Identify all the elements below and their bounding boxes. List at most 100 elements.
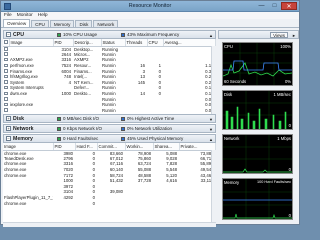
cpu-table-scrollbar[interactable] [211,46,216,114]
graph-min: 0 [288,123,291,128]
tab-overview[interactable]: Overview [3,19,31,27]
network-io-stat: 0 Kbps Network I/O [57,126,121,131]
cpu-usage-stat: 10% CPU Usage [57,32,121,37]
chevron-up-icon[interactable]: ▲ [209,33,213,38]
maximize-button[interactable]: □ [268,2,281,10]
expand-icon[interactable]: + [6,116,11,121]
graph-time-label: 60 Seconds [224,79,247,84]
memory-graph-plot [223,179,292,219]
network-utilization-stat: 0% Network Utilization [121,126,185,131]
table-row[interactable]: chrome.exe 0 [3,200,216,206]
table-cell [53,108,73,114]
memory-section-header[interactable]: − Memory 0 Hard Faults/sec 45% Used Phys… [3,134,216,143]
cpu-frequency-stat: 43% Maximum Frequency [121,32,185,37]
tab-strip: Overview CPU Memory Disk Network [1,19,299,28]
checkbox[interactable] [4,91,8,96]
checkbox[interactable] [4,108,8,112]
table-row[interactable]: Runnin 0.06 [3,108,216,114]
menu-help[interactable]: Help [38,13,48,18]
tab-memory[interactable]: Memory [49,20,75,27]
column-header[interactable]: PID [53,39,74,47]
table-cell [73,108,101,114]
column-header[interactable]: Commit... [97,143,126,151]
section-title: Network [13,125,34,132]
checkbox[interactable] [4,69,8,73]
green-square-icon [57,126,61,131]
green-square-icon [57,136,61,141]
column-header[interactable]: Image [9,39,54,47]
column-header[interactable]: Descrip... [73,39,102,47]
checkbox[interactable] [4,40,8,44]
column-header[interactable]: Sharea... [153,143,180,151]
table-cell: 0.06 [205,107,214,113]
graphs-panel: Views ► CPU 100% 60 Seconds 0% Disk 1 MB… [218,30,299,224]
checkbox[interactable] [4,80,8,84]
column-header[interactable]: Image [3,143,54,151]
memory-table-hscrollbar[interactable] [3,222,216,227]
tab-disk[interactable]: Disk [75,20,93,27]
column-header[interactable]: Private... [179,143,216,151]
collapse-icon[interactable]: − [6,136,11,141]
checkbox[interactable] [4,52,8,56]
column-header[interactable]: Averag... [163,39,216,47]
collapse-icon[interactable]: − [6,32,11,37]
blue-square-icon [121,32,125,37]
section-title: CPU [13,31,24,38]
checkbox[interactable] [4,97,8,101]
table-cell [9,108,53,114]
memory-table-scrollbar[interactable] [211,150,216,222]
table-cell: FlashPlayerPlugin_11_7_700_20... [4,195,53,201]
expand-icon[interactable]: + [6,126,11,131]
views-button[interactable]: Views [270,32,288,38]
column-header[interactable]: PID [53,143,76,151]
cpu-section-header[interactable]: − CPU 10% CPU Usage 43% Maximum Frequenc… [3,30,216,39]
disk-graph-plot [223,91,292,129]
green-square-icon [57,116,61,121]
title-bar: Resource Monitor — □ ✕ [1,1,299,12]
menu-file[interactable]: File [4,13,12,18]
table-cell [125,200,153,206]
checkbox[interactable] [4,102,8,107]
checkbox[interactable] [4,85,8,90]
column-header[interactable]: Workin... [125,143,154,151]
resource-monitor-window: Resource Monitor — □ ✕ File Monitor Help… [0,0,300,227]
table-cell [125,108,147,114]
checkbox[interactable] [4,63,8,68]
checkbox[interactable] [4,74,8,79]
table-header-row: Image PID Descrip... Status Threads CPU … [3,39,216,47]
table-cell [53,200,75,206]
chevron-right-icon[interactable]: ► [292,33,296,38]
network-section-header[interactable]: + Network 0 Kbps Network I/O 0% Network … [3,124,216,133]
menu-bar: File Monitor Help [1,12,299,19]
network-graph: Network 1 Mbps 0 [222,134,293,174]
minimize-button[interactable]: — [255,2,268,10]
disk-io-stat: 0 MB/sec Disk I/O [57,116,121,121]
network-graph-plot [223,135,292,173]
memory-graph: Memory 100 Hard Faults/sec 0 [222,178,293,220]
menu-monitor[interactable]: Monitor [17,13,33,18]
hard-faults-stat: 0 Hard Faults/sec [57,136,121,141]
chevron-down-icon[interactable]: ▼ [209,117,213,122]
table-cell [147,108,163,114]
column-header[interactable]: Threads [125,39,148,47]
close-button[interactable]: ✕ [281,2,297,10]
chevron-up-icon[interactable]: ▲ [209,137,213,142]
column-header[interactable]: Status [101,39,126,47]
section-title: Memory [13,135,33,142]
overview-panel: − CPU 10% CPU Usage 43% Maximum Frequenc… [3,30,216,227]
blue-square-icon [121,116,125,121]
column-header[interactable]: CPU [147,39,164,47]
graph-min: 0 [288,213,291,218]
cpu-graph: CPU 100% 60 Seconds 0% [222,42,293,86]
graph-min: 0% [284,79,291,84]
section-title: Disk [13,115,24,122]
column-header[interactable]: Hard F... [75,143,98,151]
disk-graph: Disk 1 MB/sec 0 [222,90,293,130]
chevron-down-icon[interactable]: ▼ [209,127,213,132]
tab-network[interactable]: Network [93,20,119,27]
checkbox[interactable] [4,57,8,62]
checkbox[interactable] [4,47,8,51]
disk-section-header[interactable]: + Disk 0 MB/sec Disk I/O 0% Highest Acti… [3,114,216,123]
cpu-process-table: Image PID Descrip... Status Threads CPU … [3,39,216,114]
tab-cpu[interactable]: CPU [31,20,49,27]
